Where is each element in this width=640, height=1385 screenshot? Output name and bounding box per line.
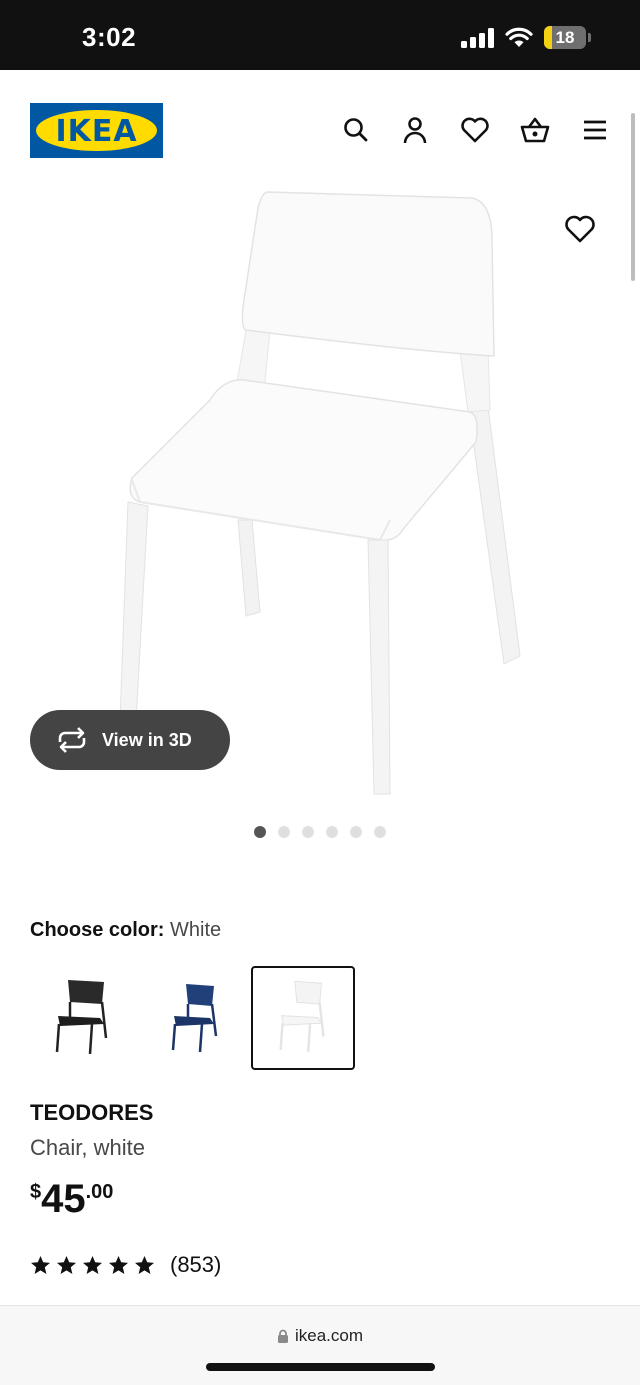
battery-nub bbox=[588, 33, 591, 42]
color-option-black[interactable] bbox=[30, 966, 134, 1070]
favourites-icon[interactable] bbox=[458, 113, 492, 147]
product-price: $ 45 .00 bbox=[30, 1177, 113, 1221]
status-bar: 3:02 18 bbox=[0, 0, 640, 70]
browser-address-bar[interactable]: ikea.com bbox=[0, 1305, 640, 1385]
lock-icon bbox=[277, 1329, 288, 1343]
rotate-3d-icon bbox=[58, 727, 86, 753]
carousel-dot[interactable] bbox=[254, 826, 266, 838]
star-icon bbox=[57, 1255, 76, 1274]
price-decimal: .00 bbox=[85, 1181, 114, 1203]
image-carousel-indicator[interactable] bbox=[254, 826, 386, 838]
view-in-3d-label: View in 3D bbox=[102, 729, 192, 750]
view-in-3d-button[interactable]: View in 3D bbox=[30, 710, 230, 770]
product-description: Chair, white bbox=[30, 1135, 145, 1160]
black-chair-thumbnail bbox=[55, 980, 108, 1055]
price-currency: $ bbox=[30, 1181, 42, 1203]
carousel-dot[interactable] bbox=[302, 826, 314, 838]
status-time: 3:02 bbox=[82, 22, 137, 52]
logo-text: IKEA bbox=[55, 114, 138, 149]
color-option-blue[interactable] bbox=[140, 966, 244, 1070]
product-name[interactable]: TEODORES bbox=[30, 1100, 153, 1126]
star-icon bbox=[135, 1255, 154, 1274]
cellular-signal-icon bbox=[461, 28, 495, 48]
heart-icon[interactable] bbox=[562, 211, 598, 247]
carousel-dot[interactable] bbox=[374, 826, 386, 838]
url-text: ikea.com bbox=[294, 1326, 364, 1345]
carousel-dot[interactable] bbox=[326, 826, 338, 838]
star-icon bbox=[109, 1255, 128, 1274]
white-chair-thumbnail bbox=[279, 980, 325, 1052]
ikea-logo[interactable]: IKEA bbox=[30, 103, 163, 158]
rating-stars bbox=[30, 1255, 155, 1276]
wifi-icon bbox=[505, 27, 533, 47]
search-icon[interactable] bbox=[339, 113, 373, 147]
blue-chair-thumbnail bbox=[171, 984, 218, 1053]
star-icon bbox=[83, 1255, 102, 1274]
battery-percentage: 18 bbox=[555, 28, 575, 47]
review-count[interactable]: (853) bbox=[170, 1252, 221, 1278]
carousel-dot[interactable] bbox=[350, 826, 362, 838]
home-indicator[interactable] bbox=[206, 1363, 435, 1371]
menu-icon[interactable] bbox=[578, 113, 612, 147]
star-icon bbox=[31, 1255, 50, 1274]
choose-color-value: White bbox=[170, 919, 222, 941]
product-rating[interactable]: (853) bbox=[30, 1250, 221, 1280]
cart-icon[interactable] bbox=[518, 113, 552, 147]
carousel-dot[interactable] bbox=[278, 826, 290, 838]
price-integer: 45 bbox=[41, 1177, 86, 1221]
choose-color-label: Choose color: White bbox=[30, 919, 221, 942]
color-option-white[interactable] bbox=[251, 966, 355, 1070]
battery-icon: 18 bbox=[544, 26, 586, 49]
choose-color-title: Choose color: bbox=[30, 919, 165, 941]
account-icon[interactable] bbox=[398, 113, 432, 147]
url-display[interactable]: ikea.com bbox=[0, 1326, 640, 1346]
